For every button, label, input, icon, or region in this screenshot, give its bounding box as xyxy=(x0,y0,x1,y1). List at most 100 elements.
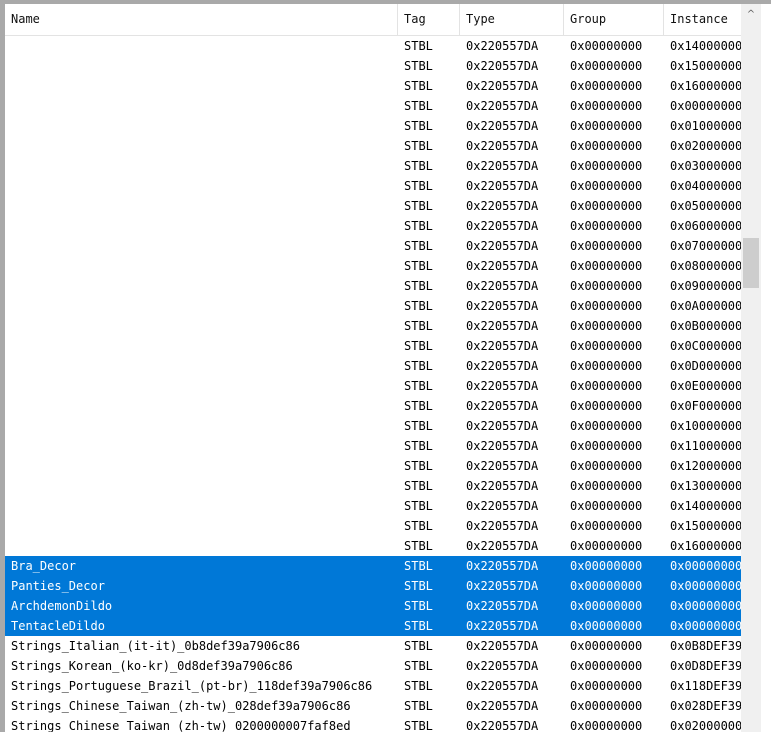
cell-group: 0x00000000 xyxy=(570,139,643,153)
cell-tag: STBL xyxy=(404,599,433,613)
table-row[interactable]: STBL 0x220557DA 0x00000000 0x05000000 xyxy=(5,196,741,216)
cell-type: 0x220557DA xyxy=(466,659,539,673)
table-row[interactable]: STBL 0x220557DA 0x00000000 0x0F000000 xyxy=(5,396,741,416)
cell-name: Strings_Portuguese_Brazil_(pt-br)_118def… xyxy=(11,679,373,693)
cell-instance: 0x15000000 xyxy=(670,59,741,73)
cell-group: 0x00000000 xyxy=(570,559,643,573)
scroll-up-arrow-icon[interactable]: ^ xyxy=(741,4,761,26)
cell-group: 0x00000000 xyxy=(570,339,643,353)
cell-type: 0x220557DA xyxy=(466,199,539,213)
cell-group: 0x00000000 xyxy=(570,499,643,513)
table-row[interactable]: STBL 0x220557DA 0x00000000 0x08000000 xyxy=(5,256,741,276)
table-row[interactable]: STBL 0x220557DA 0x00000000 0x01000000 xyxy=(5,116,741,136)
table-row[interactable]: Bra_Decor STBL 0x220557DA 0x00000000 0x00000… xyxy=(5,556,741,576)
table-row[interactable]: STBL 0x220557DA 0x00000000 0x0D000000 xyxy=(5,356,741,376)
cell-group: 0x00000000 xyxy=(570,459,643,473)
cell-tag: STBL xyxy=(404,319,433,333)
table-row[interactable]: ArchdemonDildo STBL 0x220557DA 0x00000000 0x… xyxy=(5,596,741,616)
table-row[interactable]: STBL 0x220557DA 0x00000000 0x14000000 xyxy=(5,36,741,56)
cell-name: Panties_Decor xyxy=(11,579,105,593)
cell-group: 0x00000000 xyxy=(570,219,643,233)
column-header-tag[interactable]: Tag xyxy=(398,4,460,36)
column-header-group[interactable]: Group xyxy=(564,4,664,36)
table-row[interactable]: STBL 0x220557DA 0x00000000 0x02000000 xyxy=(5,136,741,156)
cell-type: 0x220557DA xyxy=(466,39,539,53)
cell-instance: 0x02000000 xyxy=(670,719,741,732)
cell-group: 0x00000000 xyxy=(570,239,643,253)
cell-group: 0x00000000 xyxy=(570,639,643,653)
table-row[interactable]: STBL 0x220557DA 0x00000000 0x04000000 xyxy=(5,176,741,196)
resource-list-view[interactable]: Name Tag Type Group Instance STBL 0x22055… xyxy=(5,4,741,732)
table-row[interactable]: STBL 0x220557DA 0x00000000 0x0A000000 xyxy=(5,296,741,316)
column-header-name[interactable]: Name xyxy=(5,4,398,36)
cell-type: 0x220557DA xyxy=(466,319,539,333)
cell-group: 0x00000000 xyxy=(570,579,643,593)
table-row[interactable]: STBL 0x220557DA 0x00000000 0x11000000 xyxy=(5,436,741,456)
cell-instance: 0x02000000 xyxy=(670,139,741,153)
cell-type: 0x220557DA xyxy=(466,119,539,133)
cell-name xyxy=(11,416,397,436)
table-row[interactable]: STBL 0x220557DA 0x00000000 0x10000000 xyxy=(5,416,741,436)
cell-group: 0x00000000 xyxy=(570,59,643,73)
table-row[interactable]: Strings_Chinese_Taiwan_(zh-tw)_020000000… xyxy=(5,716,741,732)
cell-tag: STBL xyxy=(404,499,433,513)
cell-name xyxy=(11,356,397,376)
scroll-thumb[interactable] xyxy=(743,238,759,288)
cell-name xyxy=(11,236,397,256)
table-row[interactable]: STBL 0x220557DA 0x00000000 0x00000000 xyxy=(5,96,741,116)
column-header-type[interactable]: Type xyxy=(460,4,564,36)
table-row[interactable]: Strings_Italian_(it-it)_0b8def39a7906c86… xyxy=(5,636,741,656)
table-row[interactable]: STBL 0x220557DA 0x00000000 0x0E000000 xyxy=(5,376,741,396)
cell-instance: 0x08000000 xyxy=(670,259,741,273)
table-row[interactable]: STBL 0x220557DA 0x00000000 0x12000000 xyxy=(5,456,741,476)
cell-tag: STBL xyxy=(404,639,433,653)
table-row[interactable]: STBL 0x220557DA 0x00000000 0x16000000 xyxy=(5,76,741,96)
column-header: Name Tag Type Group Instance xyxy=(5,4,741,36)
cell-group: 0x00000000 xyxy=(570,119,643,133)
table-row[interactable]: Strings_Korean_(ko-kr)_0d8def39a7906c86 S… xyxy=(5,656,741,676)
cell-tag: STBL xyxy=(404,559,433,573)
cell-name xyxy=(11,296,397,316)
table-row[interactable]: STBL 0x220557DA 0x00000000 0x09000000 xyxy=(5,276,741,296)
cell-instance: 0x04000000 xyxy=(670,179,741,193)
cell-type: 0x220557DA xyxy=(466,439,539,453)
cell-name xyxy=(11,276,397,296)
cell-name xyxy=(11,76,397,96)
table-row[interactable]: STBL 0x220557DA 0x00000000 0x07000000 xyxy=(5,236,741,256)
table-row[interactable]: STBL 0x220557DA 0x00000000 0x0B000000 xyxy=(5,316,741,336)
cell-group: 0x00000000 xyxy=(570,539,643,553)
cell-type: 0x220557DA xyxy=(466,379,539,393)
table-row[interactable]: STBL 0x220557DA 0x00000000 0x0C000000 xyxy=(5,336,741,356)
cell-name: Strings_Italian_(it-it)_0b8def39a7906c86 xyxy=(11,639,300,653)
vertical-scrollbar[interactable]: ^ xyxy=(741,4,761,732)
cell-group: 0x00000000 xyxy=(570,439,643,453)
table-row[interactable]: STBL 0x220557DA 0x00000000 0x06000000 xyxy=(5,216,741,236)
cell-group: 0x00000000 xyxy=(570,199,643,213)
cell-tag: STBL xyxy=(404,619,433,633)
table-row[interactable]: STBL 0x220557DA 0x00000000 0x13000000 xyxy=(5,476,741,496)
cell-name: Strings_Chinese_Taiwan_(zh-tw)_028def39a… xyxy=(11,699,351,713)
cell-type: 0x220557DA xyxy=(466,479,539,493)
table-row[interactable]: Panties_Decor STBL 0x220557DA 0x00000000 0x0… xyxy=(5,576,741,596)
table-row[interactable]: STBL 0x220557DA 0x00000000 0x16000000 xyxy=(5,536,741,556)
table-row[interactable]: STBL 0x220557DA 0x00000000 0x15000000 xyxy=(5,56,741,76)
cell-group: 0x00000000 xyxy=(570,479,643,493)
table-row[interactable]: STBL 0x220557DA 0x00000000 0x03000000 xyxy=(5,156,741,176)
cell-tag: STBL xyxy=(404,119,433,133)
cell-instance: 0x0D8DEF39 xyxy=(670,659,741,673)
table-row[interactable]: STBL 0x220557DA 0x00000000 0x15000000 xyxy=(5,516,741,536)
window-edge xyxy=(761,4,771,732)
cell-type: 0x220557DA xyxy=(466,679,539,693)
cell-name xyxy=(11,36,397,56)
cell-name xyxy=(11,256,397,276)
table-row[interactable]: Strings_Chinese_Taiwan_(zh-tw)_028def39a… xyxy=(5,696,741,716)
table-row[interactable]: Strings_Portuguese_Brazil_(pt-br)_118def… xyxy=(5,676,741,696)
column-header-instance[interactable]: Instance xyxy=(664,4,741,36)
table-row[interactable]: STBL 0x220557DA 0x00000000 0x14000000 xyxy=(5,496,741,516)
cell-type: 0x220557DA xyxy=(466,619,539,633)
table-row[interactable]: TentacleDildo STBL 0x220557DA 0x00000000 0x0… xyxy=(5,616,741,636)
cell-type: 0x220557DA xyxy=(466,559,539,573)
cell-tag: STBL xyxy=(404,439,433,453)
cell-type: 0x220557DA xyxy=(466,59,539,73)
cell-name xyxy=(11,516,397,536)
